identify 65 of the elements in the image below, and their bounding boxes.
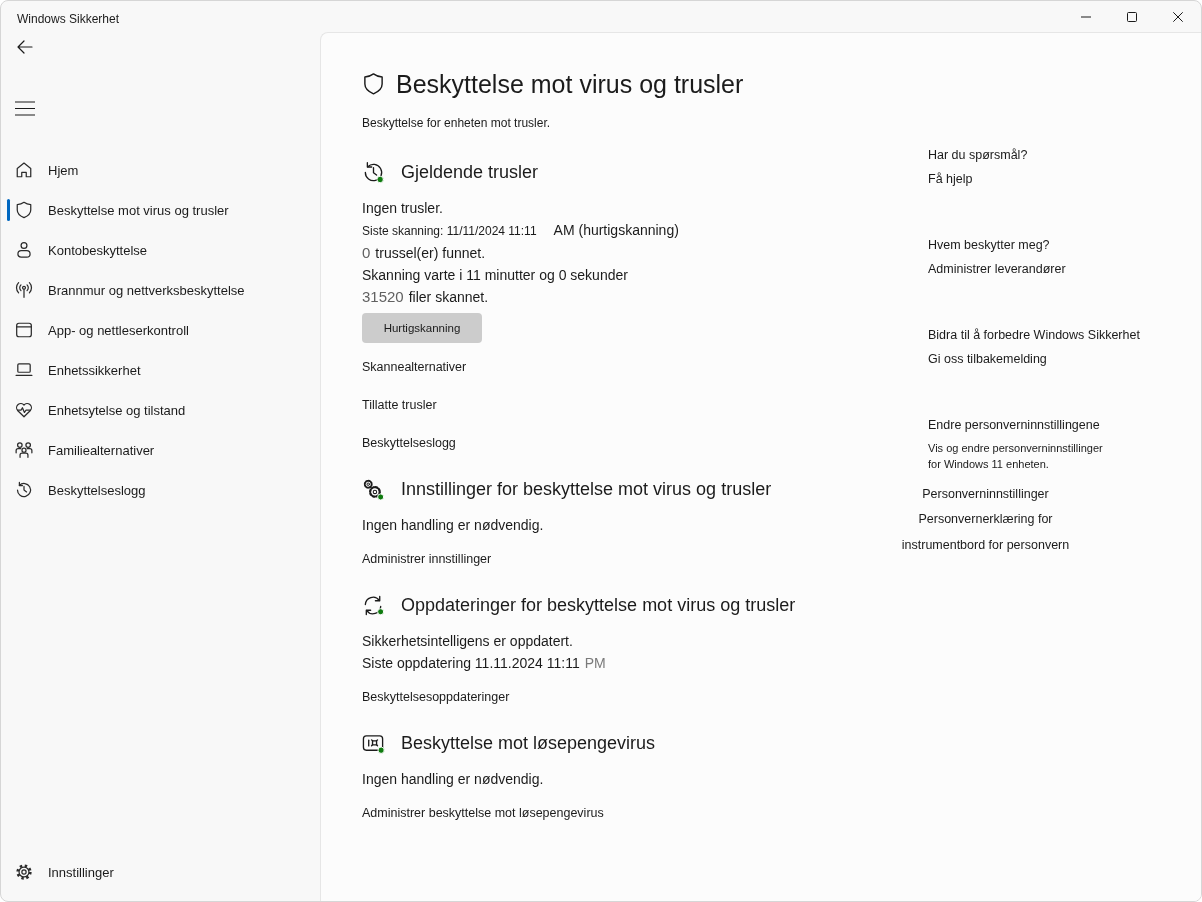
settings-icon (15, 863, 33, 881)
info-text: filer skannet. (408, 288, 489, 307)
section-heading: Beskyttelse mot løsepengevirus (401, 732, 656, 755)
aside-link[interactable]: Gi oss tilbakemelding (928, 350, 1047, 368)
window-title: Windows Sikkerhet (17, 11, 120, 26)
info-text: AM (hurtigskanning) (553, 221, 679, 240)
nav-item[interactable]: Beskyttelseslogg (5, 470, 311, 510)
aside-link[interactable]: Få hjelp (928, 170, 973, 188)
nav-item[interactable]: Beskyttelse mot virus og trusler (5, 190, 311, 230)
aside-heading: Bidra til å forbedre Windows Sikkerhet (928, 327, 1141, 344)
nav-item[interactable]: Hjem (5, 150, 311, 190)
page-subtitle: Beskyttelse for enheten mot trusler. (362, 115, 552, 131)
shield-icon (15, 201, 33, 219)
page-title: Beskyttelse mot virus og trusler (396, 69, 744, 100)
section-link[interactable]: Beskyttelseslogg (362, 433, 456, 453)
section-heading: Oppdateringer for beskyttelse mot virus og trusler (401, 594, 796, 617)
aside-heading: Endre personverninnstillingene (928, 417, 1101, 434)
aside-link[interactable]: Personverninnstillinger (922, 485, 1049, 503)
nav-item[interactable]: Enhetsytelse og tilstand (5, 390, 311, 430)
nav-item[interactable]: Familiealternativer (5, 430, 311, 470)
laptop-icon (15, 361, 33, 379)
section-heading: Innstillinger for beskyttelse mot virus og trusler (401, 478, 772, 501)
app-window-icon (15, 321, 33, 339)
aside-heading: Har du spørsmål? (928, 147, 1029, 164)
section-link[interactable]: Tillatte trusler (362, 395, 437, 415)
info-text: Ingen trusler. (362, 199, 443, 218)
sync-icon (362, 593, 385, 617)
info-text: Siste oppdatering 11.11.2024 11:11 (362, 654, 580, 673)
section-link[interactable]: Beskyttelsesoppdateringer (362, 687, 510, 707)
nav-item[interactable]: Enhetssikkerhet (5, 350, 311, 390)
antenna-icon (15, 281, 33, 299)
aside-heading: Hvem beskytter meg? (928, 237, 1051, 254)
count-text: 0 (362, 243, 371, 263)
history-icon (362, 160, 385, 184)
scan-time-text: Siste skanning: 11/11/2024 11:11 (362, 223, 537, 240)
heart-pulse-icon (15, 401, 33, 419)
section-link[interactable]: Administrer beskyttelse mot løsepengevirus (362, 803, 604, 823)
history-icon (15, 481, 33, 499)
section-link[interactable]: Skannealternativer (362, 357, 467, 377)
maximize-icon (1127, 11, 1137, 22)
count-text: 31520 (362, 287, 404, 307)
section-heading: Gjeldende trusler (401, 161, 539, 184)
person-icon (15, 241, 33, 259)
nav-item[interactable]: Brannmur og nettverksbeskyttelse (5, 270, 311, 310)
nav-item[interactable]: Kontobeskyttelse (5, 230, 311, 270)
quick-scan-button[interactable]: Hurtigskanning (362, 313, 482, 343)
info-text: Ingen handling er nødvendig. (362, 516, 544, 535)
aside-description: Vis og endre personverninnstillinger for Windows 11 enheten. (928, 441, 1104, 472)
people-icon (15, 441, 33, 459)
section-link[interactable]: Administrer innstillinger (362, 549, 492, 569)
info-text: Ingen handling er nødvendig. (362, 770, 544, 789)
gears-icon (362, 477, 385, 501)
menu-icon (15, 100, 35, 116)
settings-nav-item[interactable]: Innstillinger (5, 852, 311, 892)
close-icon (1173, 11, 1183, 22)
info-text: trussel(er) funnet. (375, 244, 486, 263)
shield-icon (362, 72, 385, 96)
aside-link[interactable]: Personvernerklæring for instrumentbord for personvern (893, 506, 1078, 558)
info-text: Sikkerhetsintelligens er oppdatert. (362, 632, 573, 651)
back-arrow-icon (17, 39, 33, 55)
info-text: Skanning varte i 11 minutter og 0 sekunder (362, 266, 628, 285)
nav-item[interactable]: App- og nettleserkontroll (5, 310, 311, 350)
aside-link[interactable]: Administrer leverandører (928, 260, 1066, 278)
home-icon (15, 161, 33, 179)
time-suffix-text: PM (584, 654, 606, 673)
